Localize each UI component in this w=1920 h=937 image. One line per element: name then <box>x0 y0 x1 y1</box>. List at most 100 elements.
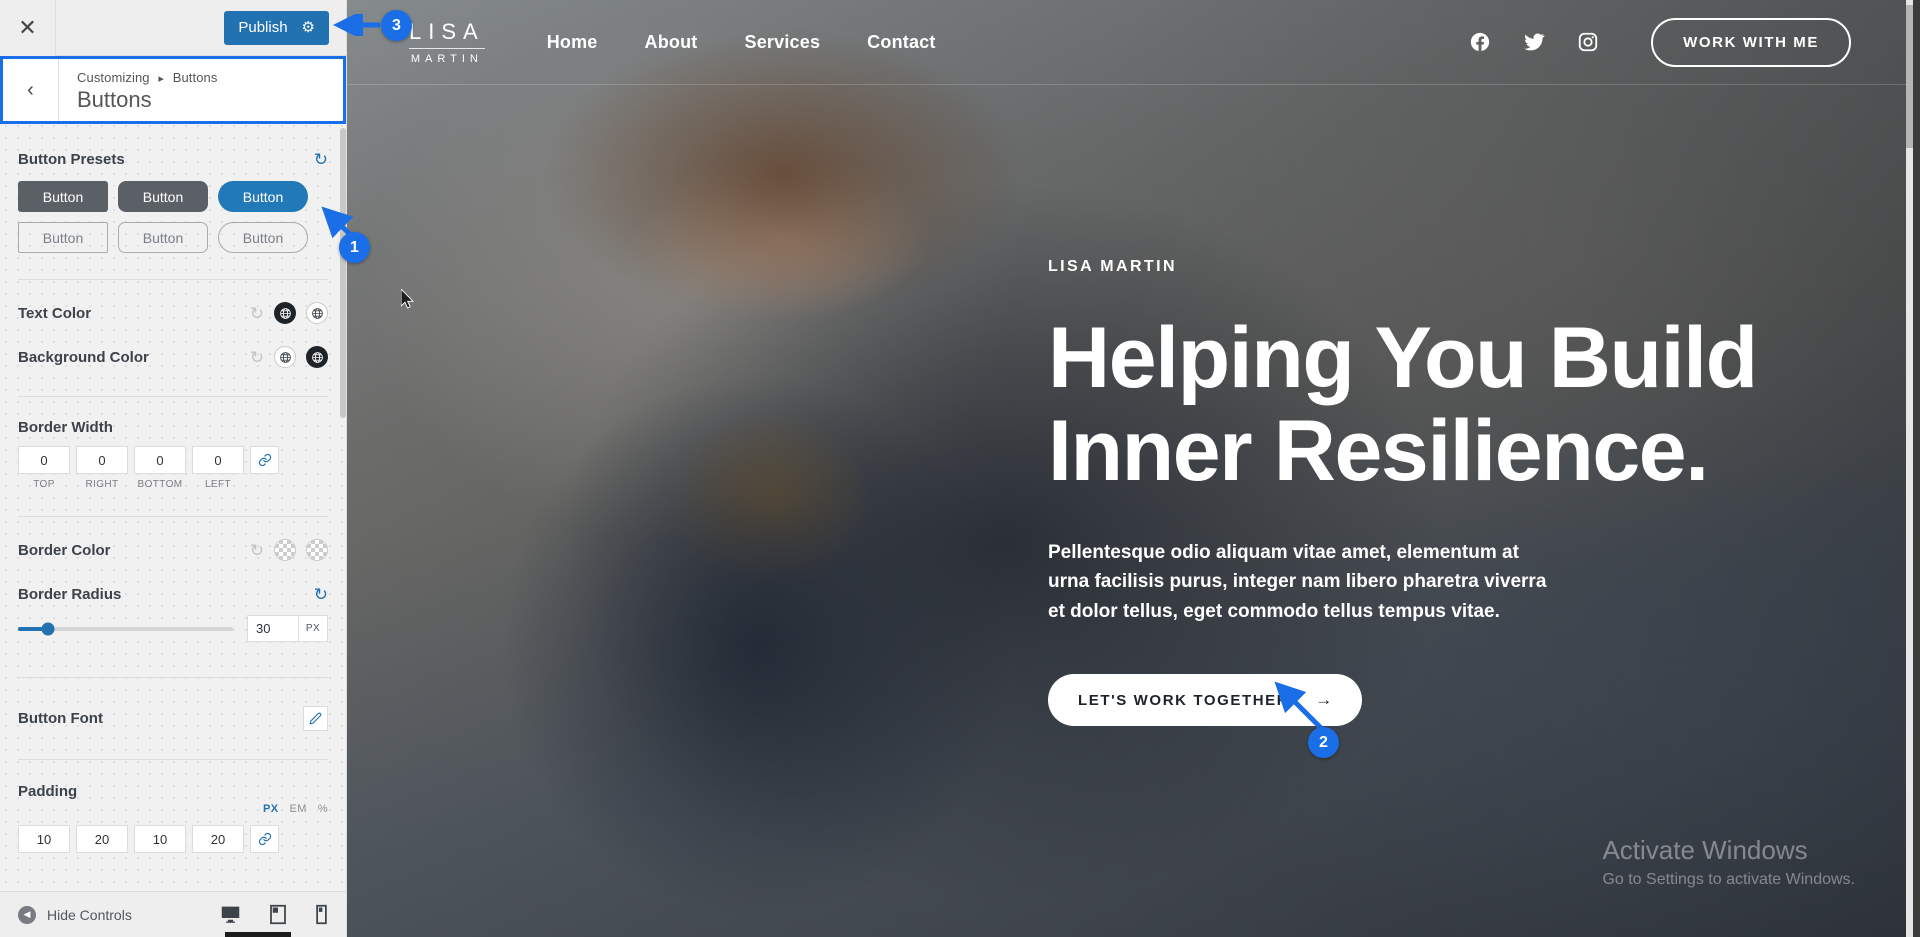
slider-handle[interactable] <box>41 622 55 635</box>
border-width-label: Border Width <box>18 419 113 436</box>
annotation-badge-2: 2 <box>1308 727 1339 758</box>
padding-unit-px[interactable]: PX <box>263 803 278 815</box>
text-color-swatch-1[interactable] <box>274 302 296 324</box>
link-icon[interactable] <box>250 825 279 853</box>
border-radius-slider[interactable] <box>18 622 233 635</box>
link-icon[interactable] <box>250 446 279 474</box>
hero-eyebrow: LISA MARTIN <box>1048 258 1177 275</box>
taskbar-indicator <box>225 932 291 937</box>
nav-link-contact[interactable]: Contact <box>867 32 935 53</box>
customizer-controls: Button Presets ↻ Button Button Button Bu… <box>0 128 346 891</box>
nav-links: Home About Services Contact <box>547 32 936 53</box>
preset-button-6[interactable]: Button <box>218 222 308 253</box>
padding-bottom: 10 <box>134 825 186 853</box>
border-color-swatch-1[interactable] <box>274 539 296 561</box>
hero-title: Helping You Build Inner Resilience. <box>1048 310 1758 499</box>
hero-title-line-1: Helping You Build <box>1048 310 1758 406</box>
border-width-bottom: 0 BOTTOM <box>134 446 186 490</box>
preset-button-1[interactable]: Button <box>18 181 108 212</box>
border-width-right: 0 RIGHT <box>76 446 128 490</box>
border-width-bottom-input[interactable]: 0 <box>134 446 186 474</box>
border-radius-input[interactable]: 30 <box>247 615 299 642</box>
nav-right-group: WORK WITH ME <box>1469 17 1851 67</box>
border-radius-slider-row: 30 PX <box>0 603 346 642</box>
gear-icon[interactable]: ⚙ <box>302 20 315 35</box>
social-links <box>1469 31 1599 53</box>
preview-scrollbar[interactable] <box>1906 0 1913 937</box>
border-color-control: Border Color ↻ <box>0 517 346 561</box>
border-width-left-input[interactable]: 0 <box>192 446 244 474</box>
work-with-me-button[interactable]: WORK WITH ME <box>1651 17 1851 67</box>
border-width-bottom-caption: BOTTOM <box>137 479 183 490</box>
hero-title-line-2: Inner Resilience. <box>1048 402 1709 499</box>
twitter-icon[interactable] <box>1523 31 1545 53</box>
preset-button-2[interactable]: Button <box>118 181 208 212</box>
border-width-left-caption: LEFT <box>204 479 232 490</box>
padding-fields: 10 20 10 20 <box>0 815 346 853</box>
watermark-title: Activate Windows <box>1602 835 1808 865</box>
nav-link-services[interactable]: Services <box>745 32 821 53</box>
site-logo[interactable]: LISA MARTIN <box>409 19 485 65</box>
desktop-icon[interactable] <box>220 904 241 925</box>
hide-controls-button[interactable]: ◀ Hide Controls <box>18 905 132 924</box>
border-width-right-input[interactable]: 0 <box>76 446 128 474</box>
preview-scrollbar-thumb[interactable] <box>1906 5 1913 148</box>
reset-icon[interactable]: ↻ <box>250 542 264 559</box>
pencil-icon[interactable] <box>303 706 328 731</box>
tablet-icon[interactable] <box>269 904 287 925</box>
reset-icon[interactable]: ↻ <box>314 586 328 603</box>
padding-bottom-input[interactable]: 10 <box>134 825 186 853</box>
page-title: Buttons <box>77 87 152 112</box>
instagram-icon[interactable] <box>1577 31 1599 53</box>
padding-left-input[interactable]: 20 <box>192 825 244 853</box>
background-color-label: Background Color <box>18 348 149 366</box>
border-width-fields: 0 TOP 0 RIGHT 0 BOTTOM 0 LEFT <box>0 436 346 490</box>
customizer-topbar: ✕ Publish ⚙ <box>0 0 346 56</box>
reset-icon[interactable]: ↻ <box>250 305 264 322</box>
breadcrumb-current: Buttons <box>172 70 218 85</box>
border-width-top-input[interactable]: 0 <box>18 446 70 474</box>
button-presets-header: Button Presets ↻ <box>0 128 346 168</box>
reset-icon[interactable]: ↻ <box>250 349 264 366</box>
border-radius-header: Border Radius ↻ <box>0 561 346 603</box>
close-icon[interactable]: ✕ <box>0 0 56 56</box>
hide-controls-label: Hide Controls <box>47 906 132 923</box>
preset-button-4[interactable]: Button <box>18 222 108 253</box>
activate-windows-watermark: Activate Windows Go to Settings to activ… <box>1602 835 1855 889</box>
background-color-swatch-1[interactable] <box>274 346 296 368</box>
border-color-swatch-2[interactable] <box>306 539 328 561</box>
reset-icon[interactable]: ↻ <box>314 151 328 168</box>
preset-button-5[interactable]: Button <box>118 222 208 253</box>
padding-right-input[interactable]: 20 <box>76 825 128 853</box>
button-presets-grid: Button Button Button Button Button Butto… <box>0 168 346 253</box>
padding-right: 20 <box>76 825 128 853</box>
facebook-icon[interactable] <box>1469 31 1491 53</box>
breadcrumb-root[interactable]: Customizing <box>77 70 150 85</box>
text-color-swatch-2[interactable] <box>306 302 328 324</box>
border-radius-unit[interactable]: PX <box>299 615 328 642</box>
padding-label: Padding <box>18 783 78 800</box>
mobile-icon[interactable] <box>315 904 328 925</box>
padding-top: 10 <box>18 825 70 853</box>
chevron-left-icon[interactable]: ‹ <box>3 59 59 121</box>
logo-line-1: LISA <box>409 19 485 49</box>
padding-top-input[interactable]: 10 <box>18 825 70 853</box>
nav-link-about[interactable]: About <box>645 32 698 53</box>
publish-button[interactable]: Publish ⚙ <box>224 10 329 45</box>
annotation-arrow-3 <box>333 14 380 36</box>
preset-button-3-selected[interactable]: Button <box>218 181 308 212</box>
padding-unit-tabs: PX EM % <box>0 800 346 815</box>
background-color-swatch-2[interactable] <box>306 346 328 368</box>
nav-link-home[interactable]: Home <box>547 32 598 53</box>
padding-unit-percent[interactable]: % <box>318 803 328 815</box>
hero-description: Pellentesque odio aliquam vitae amet, el… <box>1048 541 1547 622</box>
button-font-control: Button Font <box>0 678 346 731</box>
border-width-control: Border Width <box>0 397 346 436</box>
padding-header: Padding <box>0 760 346 800</box>
padding-unit-em[interactable]: EM <box>290 803 307 815</box>
button-presets-label: Button Presets <box>18 151 125 168</box>
border-width-top-caption: TOP <box>33 479 55 490</box>
panel-titles: Customizing ▸ Buttons Buttons <box>59 59 218 121</box>
customizer-scrollbar[interactable] <box>340 128 346 418</box>
text-color-swatches: ↻ <box>250 302 328 324</box>
